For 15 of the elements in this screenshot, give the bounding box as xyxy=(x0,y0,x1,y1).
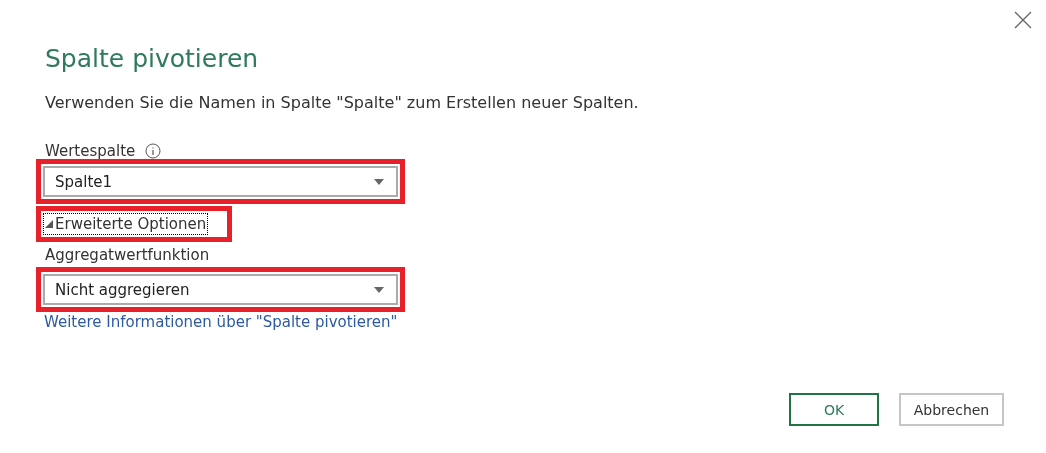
ok-button[interactable]: OK xyxy=(789,393,879,426)
help-link[interactable]: Weitere Informationen über "Spalte pivotieren" xyxy=(44,313,1046,331)
advanced-options-toggle[interactable]: Erweiterte Optionen xyxy=(43,213,209,235)
cancel-button[interactable]: Abbrechen xyxy=(899,393,1004,426)
value-column-dropdown[interactable]: Spalte1 xyxy=(43,166,398,197)
dropdown-arrow-icon xyxy=(374,286,384,293)
close-button[interactable] xyxy=(1012,9,1034,31)
dialog-description: Verwenden Sie die Namen in Spalte "Spalte" zum Erstellen neuer Spalten. xyxy=(45,93,640,112)
field-label: Wertespalte xyxy=(45,142,136,160)
expanded-triangle-icon xyxy=(45,220,53,228)
info-icon xyxy=(145,143,162,159)
field-label: Aggregatwertfunktion xyxy=(45,246,210,264)
aggregate-function-dropdown[interactable]: Nicht aggregieren xyxy=(43,274,398,305)
dropdown-arrow-icon xyxy=(374,178,384,185)
dialog-title: Spalte pivotieren xyxy=(45,44,260,73)
